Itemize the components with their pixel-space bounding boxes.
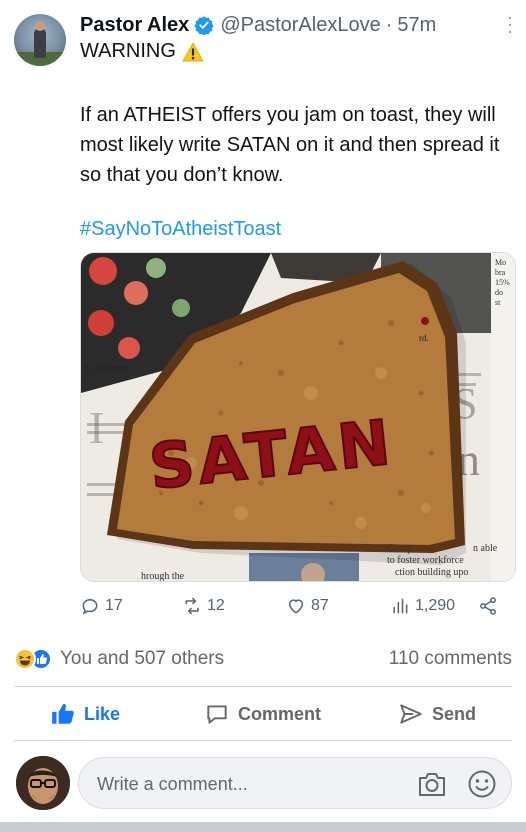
warning-line: WARNING — [80, 40, 204, 63]
like-count: 87 — [311, 597, 329, 614]
bottom-divider-bar — [0, 822, 526, 832]
warning-icon — [182, 41, 204, 62]
fb-send-button[interactable]: Send — [398, 694, 476, 734]
comment-input-container[interactable] — [78, 757, 512, 809]
haha-reaction-icon — [14, 648, 36, 670]
tweet-card: Pastor Alex @PastorAlexLove · 57m · · · WA… — [0, 0, 526, 632]
reactions-text[interactable]: You and 507 others — [60, 648, 224, 670]
paper-snippet: rd. — [419, 333, 429, 343]
paper-snippet: to foster workforce — [387, 555, 464, 566]
tweet-time[interactable]: 57m — [397, 14, 436, 37]
retweet-button[interactable]: 12 — [182, 592, 225, 620]
divider — [14, 686, 512, 687]
author-avatar[interactable] — [14, 14, 66, 66]
reply-count: 17 — [105, 597, 123, 614]
paper-snippet: Mo — [495, 258, 506, 267]
more-options-icon[interactable]: · · · — [500, 8, 520, 40]
fb-like-button[interactable]: Like — [50, 694, 120, 734]
thumbs-up-icon — [52, 703, 74, 724]
emoji-icon[interactable] — [467, 769, 497, 799]
paper-snippet: do — [495, 288, 503, 297]
comment-bubble-icon — [207, 705, 227, 724]
camera-icon[interactable] — [417, 770, 447, 798]
toast-photo-illustration: I S n SATAN S: Journeyc rd. Mo bra 15% d… — [81, 253, 515, 582]
hashtag-link[interactable]: #SayNoToAtheistToast — [80, 218, 281, 241]
reactions-summary[interactable]: You and 507 others — [14, 647, 224, 671]
share-icon — [480, 597, 496, 615]
current-user-avatar[interactable] — [16, 756, 70, 810]
fb-comment-button[interactable]: Comment — [204, 694, 321, 734]
like-tweet-button[interactable]: 87 — [286, 592, 329, 620]
send-icon — [400, 704, 422, 724]
divider — [14, 740, 512, 741]
comments-count[interactable]: 110 comments — [389, 648, 512, 670]
comment-input[interactable] — [97, 770, 397, 798]
views-count: 1,290 — [415, 597, 456, 614]
facebook-actions-bar: Like Comment Send — [0, 694, 526, 734]
fb-like-label: Like — [84, 703, 121, 724]
paper-snippet: S: Journeyc — [83, 363, 131, 373]
paper-snippet: hrough the — [141, 571, 185, 582]
paper-snippet: st — [495, 298, 501, 307]
retweet-icon — [185, 597, 199, 615]
warning-text: WARNING — [80, 40, 176, 62]
reply-button[interactable]: 17 — [80, 592, 123, 620]
author-handle[interactable]: @PastorAlexLove — [220, 14, 380, 37]
retweet-count: 12 — [207, 597, 225, 614]
paper-snippet: ction building upo — [395, 567, 468, 578]
author-name[interactable]: Pastor Alex — [80, 14, 189, 37]
svg-text:I: I — [89, 402, 104, 453]
verified-badge-icon — [194, 16, 214, 35]
reply-icon — [82, 598, 98, 615]
fb-comment-label: Comment — [238, 703, 322, 724]
fb-send-label: Send — [432, 703, 477, 724]
paper-snippet: Group — [387, 543, 413, 554]
paper-snippet: 15% — [495, 278, 510, 287]
tweet-header: Pastor Alex @PastorAlexLove · 57m — [80, 12, 436, 38]
views-bar-chart-icon — [393, 598, 408, 614]
paper-snippet: n able — [473, 543, 498, 554]
views-button[interactable]: 1,290 — [390, 592, 455, 620]
heart-icon — [289, 599, 303, 614]
tweet-photo[interactable]: I S n SATAN S: Journeyc rd. Mo bra 15% d… — [80, 252, 516, 582]
tweet-actions-bar: 17 12 87 1,290 — [80, 592, 520, 620]
facebook-post-footer: You and 507 others 110 comments Like Com… — [0, 632, 526, 832]
comment-composer — [0, 754, 526, 814]
paper-snippet: bra — [495, 268, 506, 277]
separator-dot: · — [385, 13, 393, 36]
share-button[interactable] — [478, 592, 503, 620]
tweet-text: If an ATHEIST offers you jam on toast, t… — [80, 104, 500, 186]
